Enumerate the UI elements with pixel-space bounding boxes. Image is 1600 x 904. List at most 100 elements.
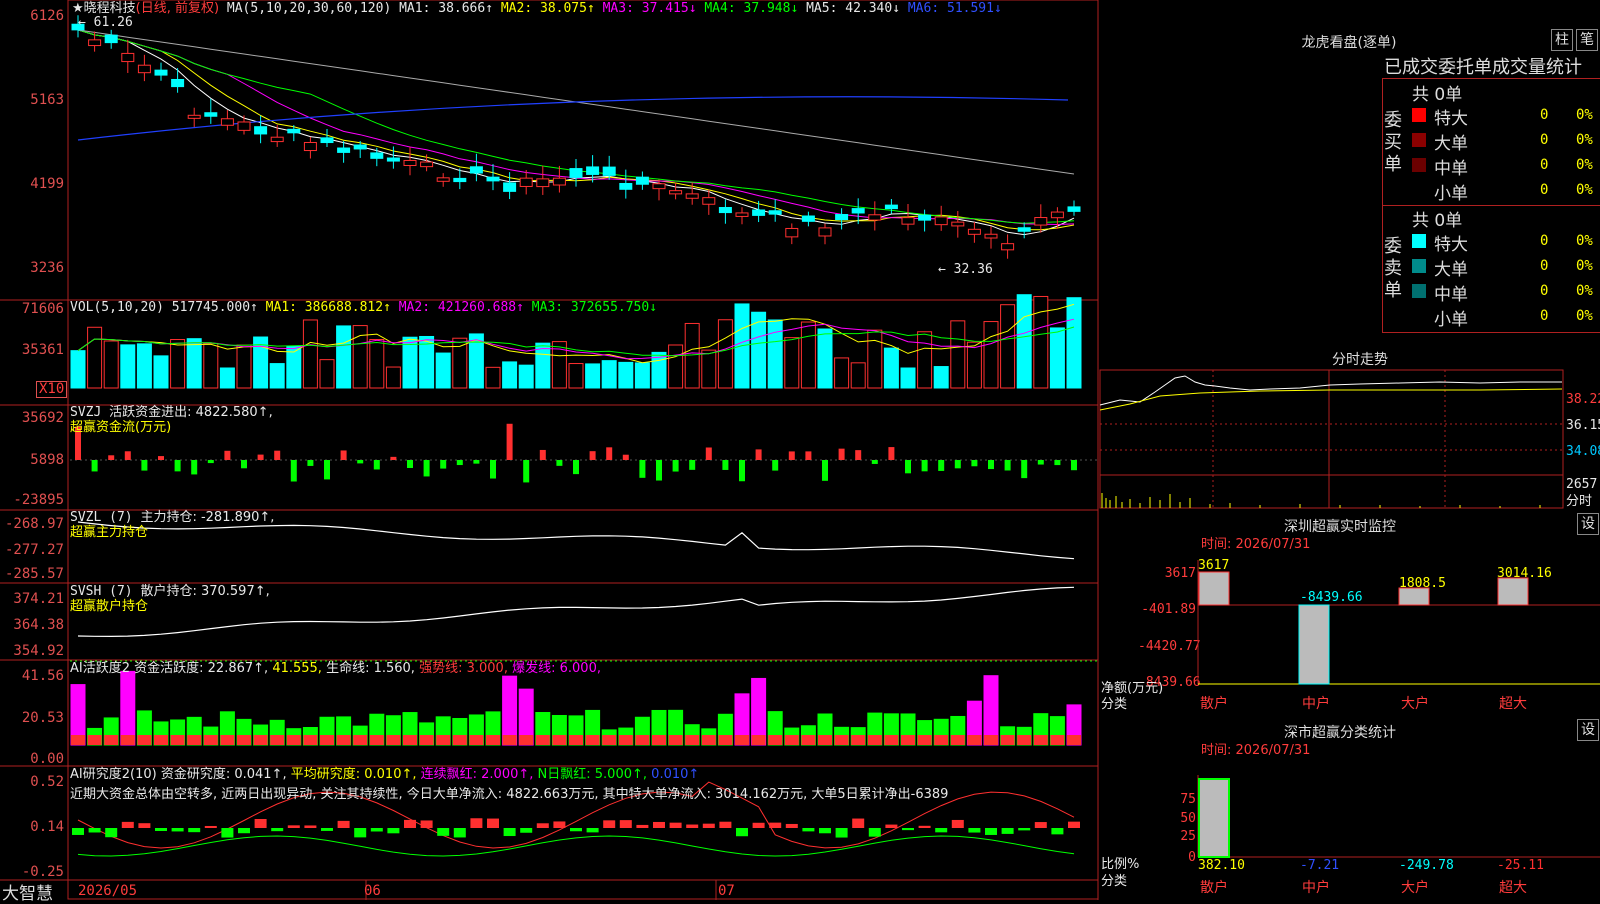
sz-classify-y-caption: 比例% bbox=[1101, 857, 1140, 872]
activity-base bbox=[519, 735, 534, 745]
sz-monitor-bar-value: -8439.66 bbox=[1300, 590, 1363, 605]
ai-research-t1: 资金研究度: 0.041↑, bbox=[160, 767, 287, 782]
flow-bar bbox=[556, 460, 563, 466]
research-bar bbox=[553, 821, 566, 828]
buy-total: 共 0单 bbox=[1412, 85, 1463, 105]
sz-classify-y-label: 50 bbox=[1180, 811, 1196, 826]
flow-bar bbox=[191, 460, 198, 475]
sz-classify-x-caption: 分类 bbox=[1101, 874, 1128, 889]
activity-base bbox=[851, 735, 866, 745]
volume-bar bbox=[1049, 327, 1065, 389]
sz-classify-y-label: 25 bbox=[1180, 829, 1196, 844]
intraday-y-label: 36.15 bbox=[1566, 418, 1600, 433]
research-bar bbox=[586, 828, 599, 833]
sell-swatch bbox=[1412, 259, 1426, 273]
flow-bar bbox=[324, 460, 330, 480]
candle-body bbox=[287, 128, 301, 134]
svzl-header: SVZL (7) 主力持仓: -281.890↑, bbox=[70, 510, 274, 525]
sz-monitor-settings-button[interactable]: 设 bbox=[1577, 513, 1599, 535]
volume-bar bbox=[933, 366, 949, 389]
sz-classify-y-label: 0 bbox=[1188, 850, 1196, 865]
date-label: 06 bbox=[364, 883, 381, 899]
volume-bar bbox=[87, 326, 103, 389]
vol-ma3: MA3: 372655.750↓ bbox=[531, 300, 658, 315]
app-logo[interactable]: 大智慧 bbox=[2, 879, 53, 904]
flow-bar bbox=[755, 449, 762, 460]
main-chart-header: ★晓程科技(日线, 前复权) MA(5,10,20,30,60,120) MA1… bbox=[72, 1, 1002, 16]
volume-bar bbox=[385, 366, 401, 389]
research-bar bbox=[819, 828, 831, 834]
sz-classify-settings-button[interactable]: 设 bbox=[1577, 719, 1599, 741]
volume-bar bbox=[485, 366, 501, 389]
flow-bar bbox=[523, 460, 530, 483]
candle-body bbox=[469, 166, 483, 174]
volume-bar bbox=[369, 338, 385, 389]
research-bar bbox=[918, 825, 931, 828]
candle-body bbox=[635, 176, 649, 185]
research-bar bbox=[503, 828, 516, 837]
activity-base bbox=[818, 735, 832, 745]
sz-classify-value: -7.21 bbox=[1300, 858, 1340, 873]
volume-bar bbox=[286, 345, 302, 389]
volume-bar bbox=[668, 344, 684, 389]
activity-base bbox=[502, 735, 517, 745]
volume-bar bbox=[950, 320, 966, 389]
activity-base bbox=[220, 735, 235, 745]
activity-base bbox=[652, 735, 666, 745]
period-label[interactable]: (日线, 前复权) bbox=[136, 1, 219, 16]
flow-bar bbox=[490, 460, 496, 479]
flow-bar bbox=[689, 460, 696, 470]
flow-bar bbox=[788, 451, 795, 460]
sz-classify-category: 大户 bbox=[1401, 880, 1429, 896]
research-bar bbox=[852, 818, 865, 828]
vol-value: 517745.000↑ bbox=[171, 300, 258, 315]
research-bar bbox=[619, 820, 632, 828]
activity-base bbox=[718, 735, 733, 745]
sz-monitor-bar-value: 3014.16 bbox=[1497, 566, 1552, 581]
svzl-y-label: -268.97 bbox=[4, 516, 64, 532]
detail-mode-button[interactable]: 笔 bbox=[1576, 29, 1598, 51]
flow-bar bbox=[257, 454, 264, 460]
candle-body bbox=[868, 214, 882, 221]
research-bar bbox=[420, 820, 433, 828]
flow-bar bbox=[656, 460, 662, 481]
svzj-y-label: 35692 bbox=[21, 410, 64, 426]
research-bar bbox=[155, 828, 167, 831]
candle-body bbox=[320, 137, 334, 144]
chart-area[interactable] bbox=[0, 0, 1100, 900]
volume-header: VOL(5,10,20) 517745.000↑ MA1: 386688.812… bbox=[70, 300, 657, 315]
activity-base bbox=[320, 735, 334, 745]
ai-active-header: AI活跃度2 资金活跃度: 22.867↑, 41.555, 生命线: 1.56… bbox=[70, 661, 601, 676]
bar-mode-button[interactable]: 柱 bbox=[1551, 29, 1573, 51]
flow-bar bbox=[91, 460, 98, 472]
candle-body bbox=[220, 118, 234, 126]
sell-row-name: 小单 bbox=[1434, 310, 1468, 330]
stock-name[interactable]: ★晓程科技 bbox=[72, 1, 136, 16]
candle-body bbox=[835, 214, 849, 221]
ai-active-t1: 资金活跃度: 22.867↑, bbox=[134, 661, 269, 676]
y-label: 3236 bbox=[30, 260, 64, 276]
candle-body bbox=[420, 161, 434, 168]
flow-bar bbox=[822, 460, 828, 481]
date-label: 2026/05 bbox=[78, 883, 138, 899]
flow-bar bbox=[141, 460, 148, 471]
candle-body bbox=[884, 204, 898, 210]
volume-bar bbox=[900, 367, 916, 389]
volume-bar bbox=[601, 360, 617, 389]
sz-monitor-category: 超大 bbox=[1499, 696, 1527, 712]
sell-row-count: 0 bbox=[1540, 283, 1549, 299]
research-bar bbox=[785, 823, 798, 828]
activity-base bbox=[552, 735, 567, 745]
vol-ma2: MA2: 421260.688↑ bbox=[398, 300, 524, 315]
volume-bar bbox=[1066, 297, 1082, 389]
activity-base bbox=[71, 735, 85, 745]
research-bar bbox=[121, 821, 134, 828]
buy-row-count: 0 bbox=[1540, 157, 1549, 173]
activity-base bbox=[187, 735, 202, 745]
ma-params: MA(5,10,20,30,60,120) bbox=[226, 1, 392, 16]
activity-base bbox=[635, 735, 650, 745]
flow-bar bbox=[938, 460, 945, 471]
vol-unit-box[interactable]: X10 bbox=[36, 381, 68, 398]
flow-bar bbox=[772, 460, 779, 471]
activity-base bbox=[419, 735, 434, 745]
